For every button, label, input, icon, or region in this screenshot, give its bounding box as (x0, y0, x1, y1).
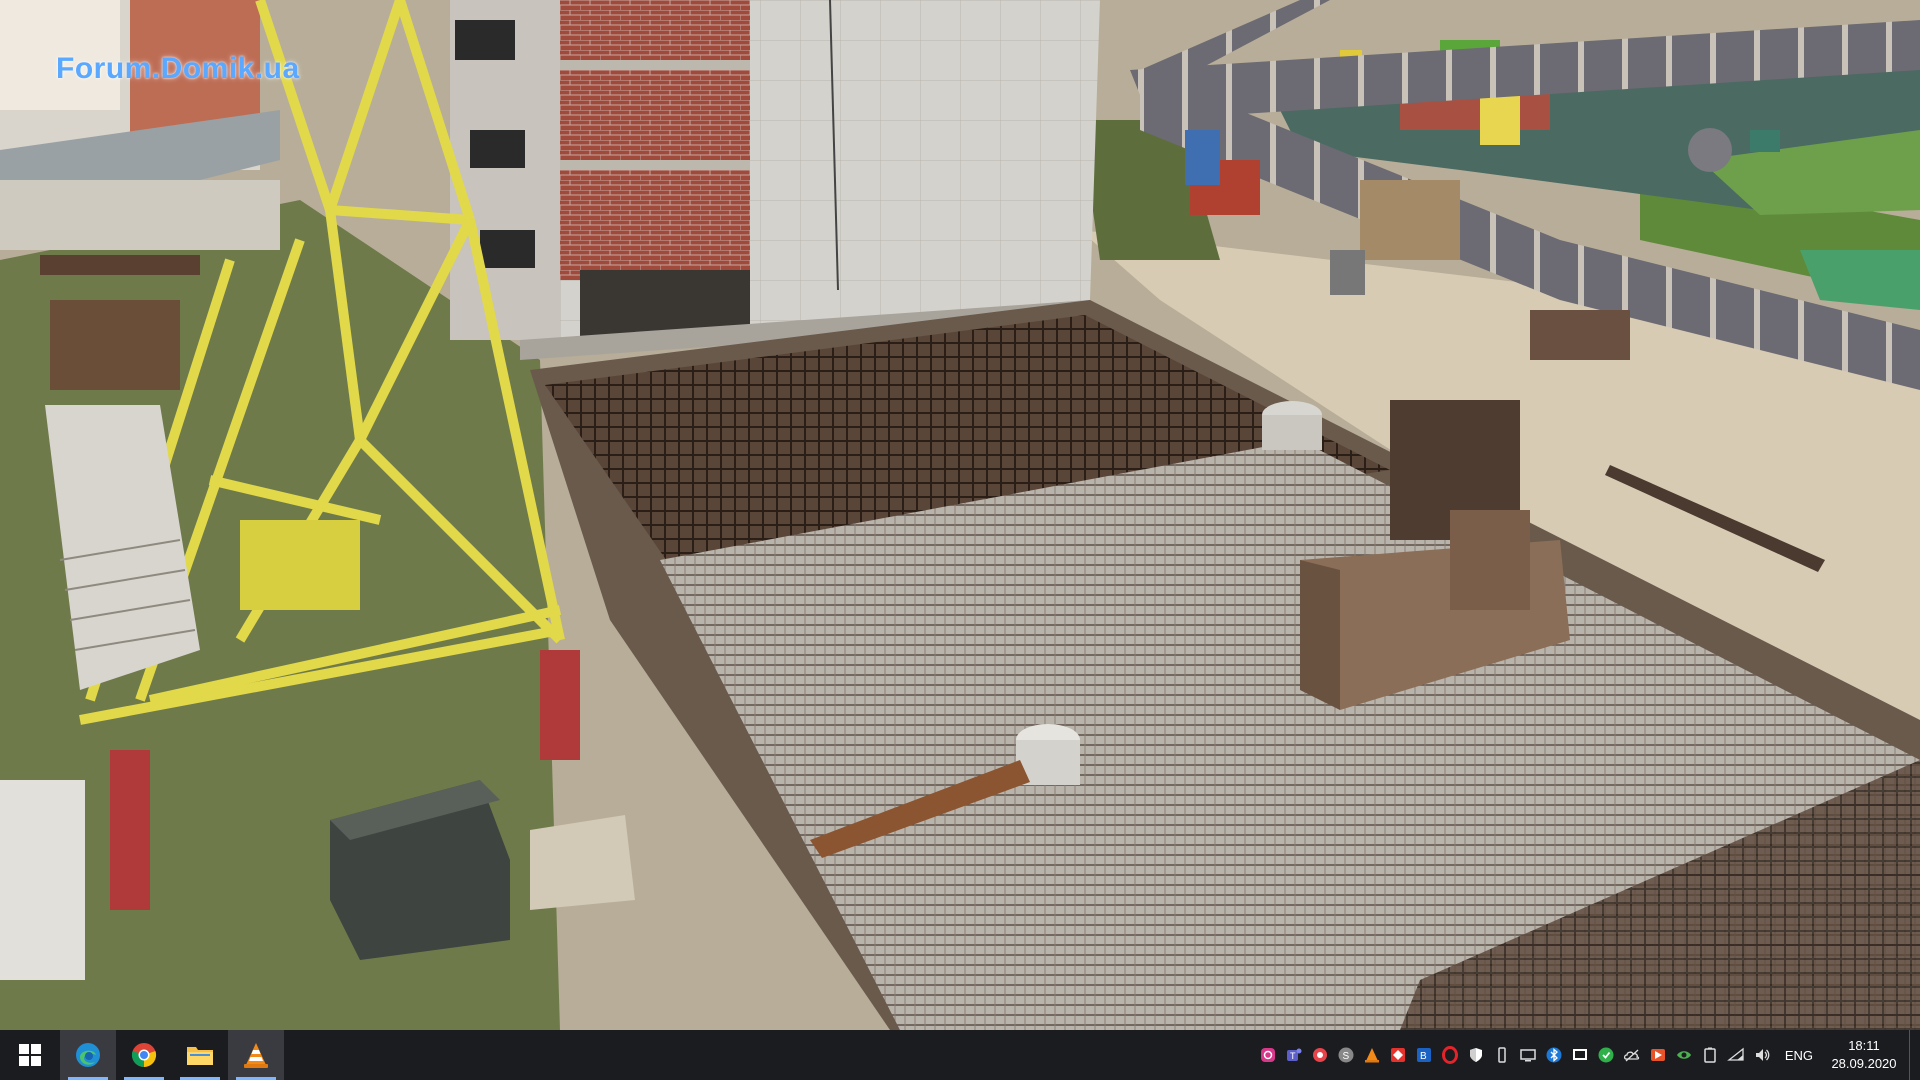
eye-icon[interactable] (1671, 1030, 1697, 1080)
svg-text:S: S (1342, 1051, 1349, 1062)
update-icon[interactable] (1593, 1030, 1619, 1080)
display-icon[interactable] (1515, 1030, 1541, 1080)
bluetooth-icon[interactable] (1541, 1030, 1567, 1080)
video-frame: Forum.Domik.ua (0, 0, 1920, 1030)
skype-icon[interactable]: S (1333, 1030, 1359, 1080)
svg-text:B: B (1420, 1051, 1427, 1062)
vlc-tray-icon[interactable] (1359, 1030, 1385, 1080)
clock[interactable]: 18:11 28.09.2020 (1825, 1037, 1903, 1073)
volume-icon[interactable] (1749, 1030, 1775, 1080)
nvidia-icon[interactable] (1645, 1030, 1671, 1080)
svg-text:T: T (1290, 1051, 1296, 1061)
edge-button[interactable] (60, 1030, 116, 1080)
construction-site-photo (0, 0, 1920, 1030)
clock-date: 28.09.2020 (1831, 1056, 1897, 1071)
chrome-icon (131, 1043, 157, 1068)
teams-icon[interactable]: T (1281, 1030, 1307, 1080)
usb-icon[interactable] (1489, 1030, 1515, 1080)
start-button[interactable] (0, 1030, 60, 1080)
monitor-icon[interactable] (1567, 1030, 1593, 1080)
instagram-icon[interactable] (1255, 1030, 1281, 1080)
vlc-button[interactable] (228, 1030, 284, 1080)
show-desktop-button[interactable] (1909, 1030, 1920, 1080)
battery-icon[interactable] (1697, 1030, 1723, 1080)
vlc-cone-icon (244, 1043, 268, 1068)
windows-logo-icon (19, 1044, 41, 1066)
watermark-text: Forum.Domik.ua (56, 52, 300, 85)
chrome-button[interactable] (116, 1030, 172, 1080)
folder-icon (187, 1047, 213, 1065)
wifi-icon[interactable] (1723, 1030, 1749, 1080)
language-indicator[interactable]: ENG (1775, 1048, 1825, 1063)
anydesk-icon[interactable] (1385, 1030, 1411, 1080)
clock-time: 18:11 (1848, 1038, 1880, 1053)
bitwarden-icon[interactable]: B (1411, 1030, 1437, 1080)
taskbar: T S B ENG 18:11 28.09.2020 (0, 1030, 1920, 1080)
opera-icon[interactable] (1437, 1030, 1463, 1080)
file-explorer-button[interactable] (172, 1030, 228, 1080)
system-tray: T S B ENG 18:11 28.09.2020 (1255, 1030, 1920, 1080)
edge-icon (76, 1043, 100, 1067)
defender-shield-icon[interactable] (1463, 1030, 1489, 1080)
cloud-sync-icon[interactable] (1307, 1030, 1333, 1080)
onedrive-icon[interactable] (1619, 1030, 1645, 1080)
